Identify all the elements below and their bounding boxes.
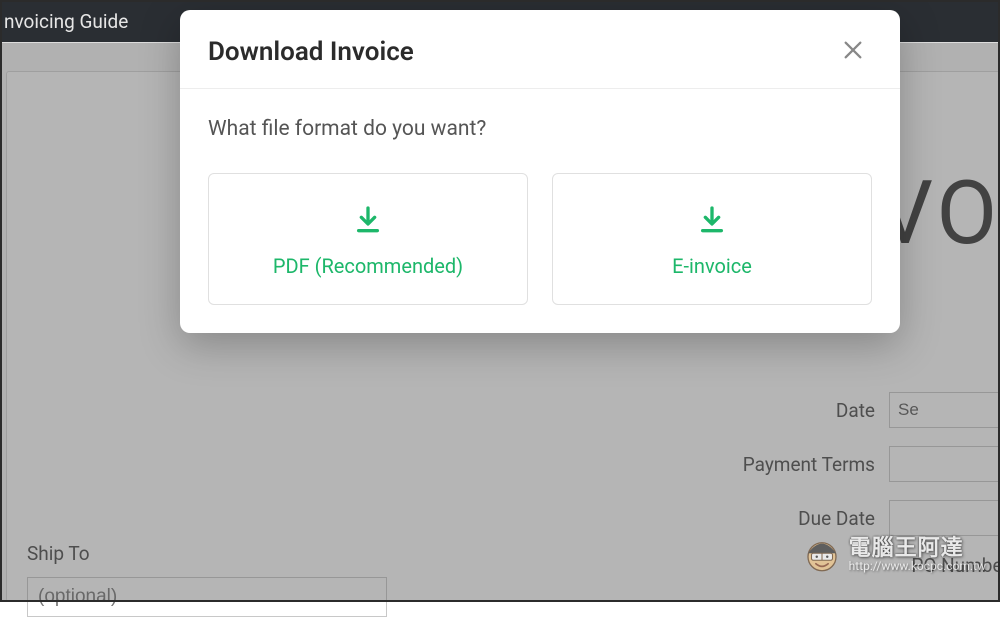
close-icon [842, 39, 864, 61]
download-invoice-modal: Download Invoice What file format do you… [180, 10, 900, 333]
watermark-url: http://www.kocpc.com.tw [849, 560, 986, 573]
watermark: 電腦王阿達 http://www.kocpc.com.tw [801, 534, 986, 576]
download-options: PDF (Recommended) E-invoice [208, 173, 872, 305]
option-pdf[interactable]: PDF (Recommended) [208, 173, 528, 305]
modal-title: Download Invoice [208, 37, 414, 67]
watermark-face-icon [801, 534, 843, 576]
option-einvoice[interactable]: E-invoice [552, 173, 872, 305]
modal-body: What file format do you want? PDF (Recom… [180, 89, 900, 333]
invoicing-guide-link[interactable]: nvoicing Guide [4, 10, 128, 33]
download-icon [696, 204, 728, 236]
option-einvoice-label: E-invoice [672, 254, 752, 278]
watermark-text-block: 電腦王阿達 http://www.kocpc.com.tw [849, 537, 986, 573]
modal-question: What file format do you want? [208, 117, 872, 141]
modal-header: Download Invoice [180, 10, 900, 89]
download-icon [352, 204, 384, 236]
watermark-title: 電腦王阿達 [849, 537, 986, 560]
option-pdf-label: PDF (Recommended) [273, 254, 463, 278]
close-button[interactable] [834, 34, 872, 70]
